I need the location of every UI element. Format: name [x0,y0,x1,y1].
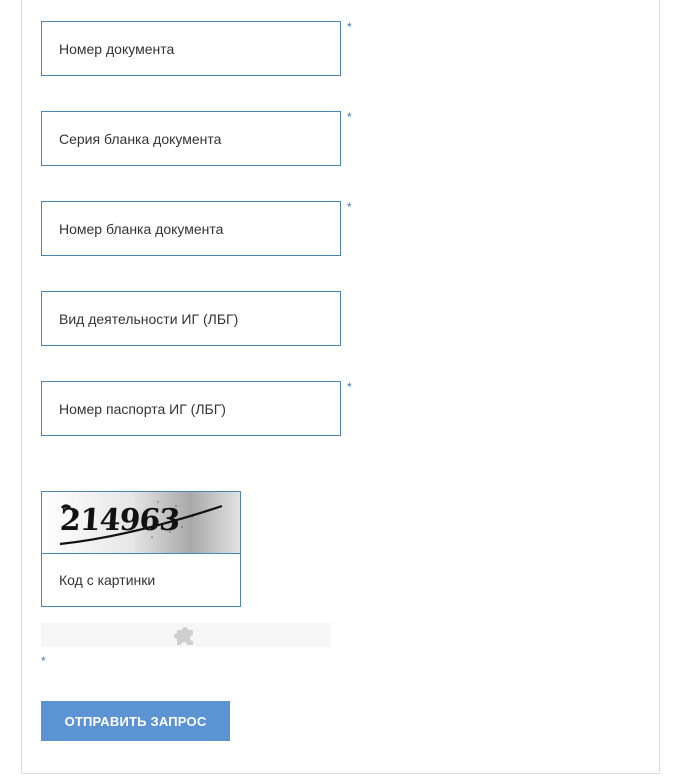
captcha-code-text: 214963 [59,503,181,538]
required-mark: * [347,110,352,124]
required-mark: * [347,380,352,394]
required-mark: * [347,200,352,214]
required-mark: * [41,654,46,668]
captcha-widget: 214963 [41,491,241,607]
blank-series-field[interactable] [41,111,341,166]
captcha-code-image: 214963 [42,492,240,553]
captcha-code-field[interactable] [42,554,240,606]
blank-number-field[interactable] [41,201,341,256]
captcha-image: 214963 [42,492,240,554]
submit-request-button[interactable]: ОТПРАВИТЬ ЗАПРОС [41,701,230,741]
passport-number-field[interactable] [41,381,341,436]
captcha-placeholder-widget[interactable] [41,623,331,647]
activity-type-field[interactable] [41,291,341,346]
required-mark: * [347,20,352,34]
puzzle-icon [174,627,193,645]
document-number-field[interactable] [41,21,341,76]
page: * * * * [0,0,679,776]
